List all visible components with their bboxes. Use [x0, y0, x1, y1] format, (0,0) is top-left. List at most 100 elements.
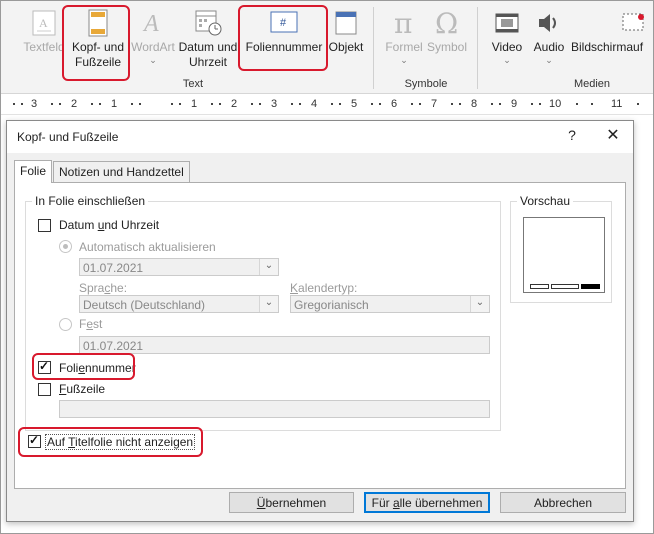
screen-recording-icon [622, 13, 644, 31]
fusszeile-input[interactable] [59, 400, 490, 418]
symbol-label: Symbol [426, 40, 467, 54]
fest-date-input[interactable]: 01.07.2021 [79, 336, 490, 354]
fest-label: Fest [79, 317, 103, 331]
chevron-down-icon: ⌄ [259, 296, 278, 312]
svg-text:A: A [39, 16, 48, 30]
pi-icon: π [394, 9, 412, 37]
preview-footer-placeholder [551, 284, 579, 289]
tab-notizen-handzettel[interactable]: Notizen und Handzettel [53, 161, 190, 182]
ruler: 3 2 1 1 2 3 4 5 6 7 8 9 10 11 [1, 96, 653, 115]
objekt-label: Objekt [328, 40, 364, 54]
group-label-text: Text [182, 78, 204, 90]
wordart-button[interactable]: A WordArt ⌄ [129, 9, 177, 65]
close-icon[interactable]: ✕ [603, 125, 623, 145]
objekt-button[interactable]: Objekt [326, 9, 366, 55]
preview-slide [523, 217, 605, 293]
wordart-label: WordArt [131, 40, 175, 54]
object-icon [335, 11, 357, 35]
ruler-label: 3 [271, 98, 278, 110]
ruler-label: 1 [191, 98, 198, 110]
svg-text:A: A [142, 11, 159, 37]
speaker-icon [539, 14, 556, 32]
symbol-button[interactable]: Ω Symbol [426, 9, 468, 55]
sprache-select[interactable]: Deutsch (Deutschland) ⌄ [79, 295, 279, 313]
tab-folie-label: Folie [20, 164, 47, 178]
fuer-alle-uebernehmen-button[interactable]: Für alle übernehmen [364, 492, 490, 513]
group-label-symbole: Symbole [404, 78, 448, 90]
video-label: Video [491, 40, 523, 54]
sprache-label: Sprache: [79, 281, 128, 295]
vorschau-title: Vorschau [517, 194, 574, 208]
tab-folie[interactable]: Folie [14, 160, 53, 183]
ruler-label: 2 [71, 98, 78, 110]
sprache-value: Deutsch (Deutschland) [83, 298, 206, 312]
chevron-down-icon: ⌄ [470, 296, 489, 312]
kalendertyp-label: Kalendertyp: [290, 281, 358, 295]
section-title: In Folie einschließen [32, 194, 149, 208]
bildschirmaufzeichnung-label: Bildschirmauf [571, 40, 644, 54]
auto-date-value: 01.07.2021 [83, 261, 144, 275]
textbox-icon: A [32, 10, 56, 36]
ruler-label: 4 [311, 98, 318, 110]
kalendertyp-select[interactable]: Gregorianisch ⌄ [290, 295, 490, 313]
group-label-medien: Medien [573, 78, 611, 90]
ruler-label: 9 [511, 98, 518, 110]
fest-radio[interactable] [59, 318, 72, 331]
datum-uhrzeit-checkbox[interactable] [38, 219, 51, 232]
ribbon-separator [477, 7, 478, 89]
chevron-down-icon: ⌄ [259, 259, 278, 275]
tab-notizen-label: Notizen und Handzettel [59, 165, 184, 179]
datum-uhrzeit-line1: Datum und [178, 40, 238, 54]
ruler-label: 10 [549, 98, 562, 110]
ruler-label: 7 [431, 98, 438, 110]
uebernehmen-button[interactable]: Übernehmen [229, 492, 354, 513]
textfeld-button[interactable]: A Textfeld [21, 9, 67, 55]
ruler-label: 11 [611, 98, 623, 110]
highlight-kopf-fusszeile [62, 5, 130, 81]
ruler-label: 6 [391, 98, 398, 110]
video-button[interactable]: Video ⌄ [487, 9, 527, 65]
calendar-clock-icon [195, 10, 222, 36]
textfeld-label: Textfeld [23, 40, 65, 54]
bildschirmaufzeichnung-button[interactable]: Bildschirmauf [571, 9, 653, 55]
formel-label: Formel [385, 40, 423, 54]
highlight-foliennummer-checkbox [32, 353, 135, 380]
datum-uhrzeit-button[interactable]: Datum und Uhrzeit [176, 9, 240, 70]
film-icon [495, 13, 519, 33]
wordart-chevron-icon: ⌄ [149, 55, 157, 65]
ruler-label: 2 [231, 98, 238, 110]
datum-uhrzeit-line2: Uhrzeit [188, 55, 227, 69]
help-button[interactable]: ? [563, 127, 581, 143]
svg-text:Ω: Ω [435, 9, 458, 37]
audio-button[interactable]: Audio ⌄ [529, 9, 569, 65]
preview-date-placeholder [530, 284, 549, 289]
svg-text:π: π [394, 9, 412, 37]
audio-chevron-icon: ⌄ [545, 55, 553, 65]
abbrechen-button[interactable]: Abbrechen [500, 492, 626, 513]
ribbon-separator [373, 7, 374, 89]
fusszeile-checkbox[interactable] [38, 383, 51, 396]
kopf-fusszeile-dialog: Kopf- und Fußzeile ? ✕ Folie Notizen und… [6, 120, 634, 522]
highlight-titelfolie-checkbox [18, 427, 203, 457]
fest-date-value: 01.07.2021 [83, 339, 144, 353]
dialog-titlebar: Kopf- und Fußzeile ? ✕ [7, 121, 633, 153]
datum-uhrzeit-label: Datum und Uhrzeit [59, 218, 160, 232]
omega-icon: Ω [435, 9, 458, 37]
automatisch-label: Automatisch aktualisieren [79, 240, 216, 254]
ruler-label: 3 [31, 98, 38, 110]
kalendertyp-value: Gregorianisch [294, 298, 369, 312]
wordart-icon: A [142, 11, 159, 37]
formel-button[interactable]: π Formel ⌄ [381, 9, 427, 65]
highlight-foliennummer [238, 5, 328, 71]
section-in-folie-einschliessen [25, 201, 501, 431]
ruler-label: 8 [471, 98, 478, 110]
auto-date-select[interactable]: 01.07.2021 ⌄ [79, 258, 279, 276]
fusszeile-label: Fußzeile [59, 382, 106, 396]
automatisch-radio[interactable] [59, 240, 72, 253]
dialog-title: Kopf- und Fußzeile [17, 130, 119, 144]
ruler-label: 1 [111, 98, 118, 110]
audio-label: Audio [533, 40, 565, 54]
formel-chevron-icon: ⌄ [400, 55, 408, 65]
video-chevron-icon: ⌄ [503, 55, 511, 65]
ruler-label: 5 [351, 98, 358, 110]
